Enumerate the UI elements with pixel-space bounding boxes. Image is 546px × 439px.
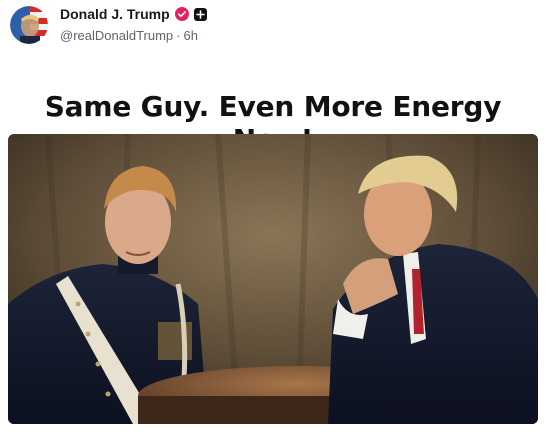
post-image[interactable] [8, 134, 538, 424]
author-handle[interactable]: @realDonaldTrump [60, 28, 173, 43]
post: Donald J. Trump @realDonaldTrump · 6h Same… [0, 0, 546, 439]
meta-separator: · [176, 28, 181, 43]
avatar[interactable] [10, 6, 48, 44]
author-display-name[interactable]: Donald J. Trump [60, 6, 170, 22]
post-timestamp[interactable]: 6h [184, 28, 198, 43]
author-name-row: Donald J. Trump [60, 6, 207, 22]
post-meta: @realDonaldTrump · 6h [60, 28, 198, 43]
post-header: Donald J. Trump @realDonaldTrump · 6h [8, 4, 538, 48]
verified-badge-icon [174, 7, 189, 21]
plus-icon[interactable] [193, 7, 207, 21]
